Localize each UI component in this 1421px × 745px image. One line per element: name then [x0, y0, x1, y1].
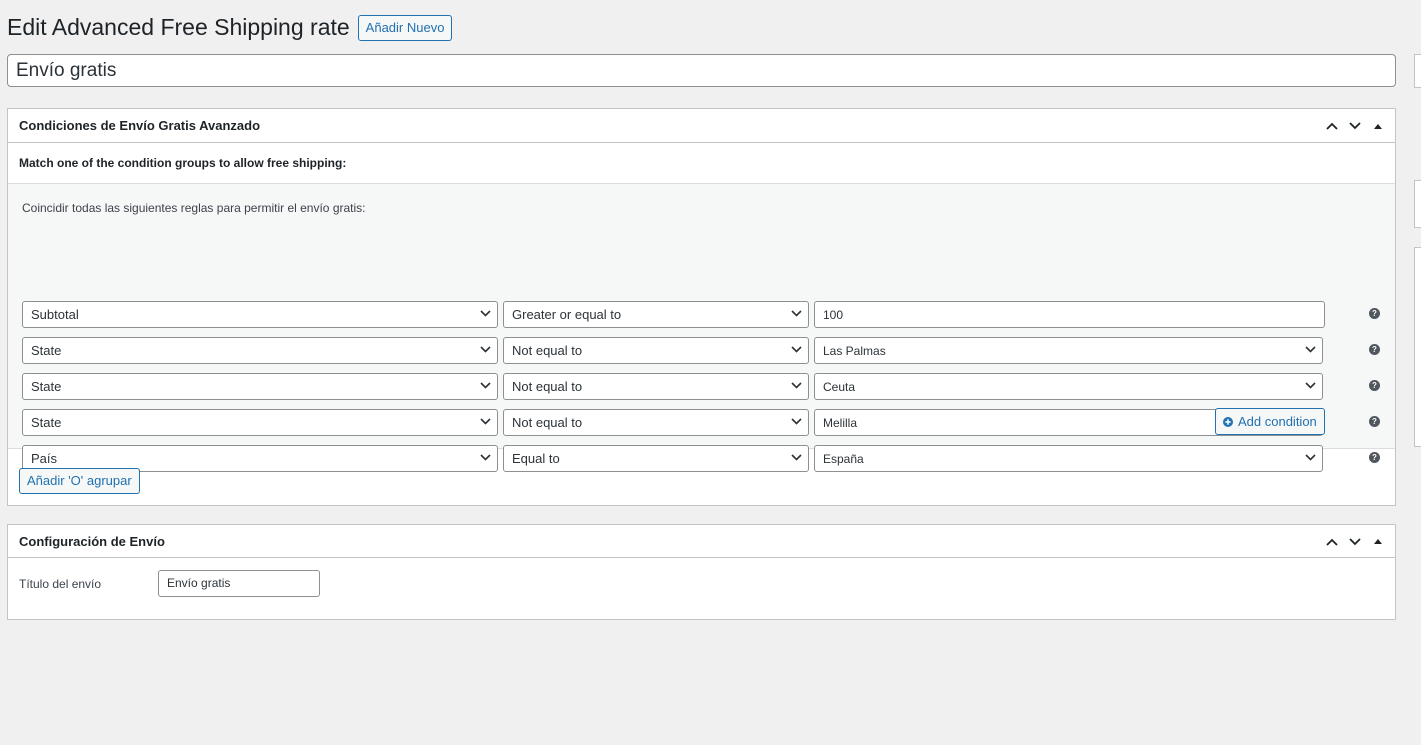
help-icon[interactable]: ?	[1369, 308, 1380, 319]
help-icon[interactable]: ?	[1369, 380, 1380, 391]
sidebar-box-edge	[1414, 180, 1421, 228]
add-new-button[interactable]: Añadir Nuevo	[357, 14, 453, 41]
chevron-down-icon	[1305, 382, 1316, 389]
add-condition-button[interactable]: Add condition	[1215, 408, 1325, 435]
chevron-down-icon	[480, 346, 491, 353]
help-icon[interactable]: ?	[1369, 416, 1380, 427]
operator-select[interactable]: Not equal to	[503, 373, 809, 400]
shipping-title-input[interactable]: Envío gratis	[158, 570, 320, 597]
move-down-icon[interactable]	[1343, 109, 1366, 143]
condition-select[interactable]: State	[22, 337, 498, 364]
post-title-input[interactable]: Envío gratis	[7, 54, 1396, 87]
shipping-config-header: Configuración de Envío	[8, 525, 1395, 558]
move-down-icon[interactable]	[1343, 525, 1366, 559]
shipping-title-label: Título del envío	[19, 577, 102, 591]
value-select[interactable]: Las Palmas	[814, 337, 1323, 364]
operator-select[interactable]: Greater or equal to	[503, 301, 809, 328]
help-icon[interactable]: ?	[1369, 344, 1380, 355]
condition-select[interactable]: Subtotal	[22, 301, 498, 328]
chevron-down-icon	[791, 454, 802, 461]
help-icon[interactable]: ?	[1369, 452, 1380, 463]
plus-circle-icon	[1223, 416, 1233, 427]
sidebar-box-edge	[1414, 247, 1421, 447]
chevron-down-icon	[480, 454, 491, 461]
value-input[interactable]: 100	[814, 301, 1325, 328]
move-up-icon[interactable]	[1320, 525, 1343, 559]
toggle-panel-icon[interactable]	[1366, 109, 1389, 143]
condition-select[interactable]: State	[22, 409, 498, 436]
chevron-down-icon	[791, 346, 802, 353]
operator-select[interactable]: Equal to	[503, 445, 809, 472]
value-select[interactable]: España	[814, 445, 1323, 472]
page-header: Edit Advanced Free Shipping rate Añadir …	[7, 14, 453, 41]
operator-select[interactable]: Not equal to	[503, 409, 809, 436]
condition-group: Coincidir todas las siguientes reglas pa…	[8, 184, 1395, 472]
chevron-down-icon	[1305, 346, 1316, 353]
move-up-icon[interactable]	[1320, 109, 1343, 143]
shipping-config-title: Configuración de Envío	[19, 533, 165, 549]
chevron-down-icon	[791, 310, 802, 317]
sidebar-box-edge	[1414, 54, 1421, 88]
chevron-down-icon	[480, 418, 491, 425]
toggle-panel-icon[interactable]	[1366, 525, 1389, 559]
add-or-group-button[interactable]: Añadir 'O' agrupar	[19, 468, 140, 494]
shipping-config-metabox: Configuración de Envío Título del envío …	[7, 524, 1396, 620]
operator-select[interactable]: Not equal to	[503, 337, 809, 364]
conditions-metabox-title: Condiciones de Envío Gratis Avanzado	[19, 118, 261, 133]
chevron-down-icon	[791, 418, 802, 425]
value-select[interactable]: Ceuta	[814, 373, 1323, 400]
page-title: Edit Advanced Free Shipping rate	[7, 14, 350, 40]
chevron-down-icon	[480, 310, 491, 317]
conditions-metabox: Condiciones de Envío Gratis Avanzado Mat…	[7, 108, 1396, 506]
conditions-metabox-header: Condiciones de Envío Gratis Avanzado	[8, 109, 1395, 143]
chevron-down-icon	[791, 382, 802, 389]
condition-select[interactable]: State	[22, 373, 498, 400]
chevron-down-icon	[480, 382, 491, 389]
condition-group-label: Coincidir todas las siguientes reglas pa…	[22, 201, 366, 215]
match-text: Match one of the condition groups to all…	[8, 143, 1395, 184]
chevron-down-icon	[1305, 454, 1316, 461]
